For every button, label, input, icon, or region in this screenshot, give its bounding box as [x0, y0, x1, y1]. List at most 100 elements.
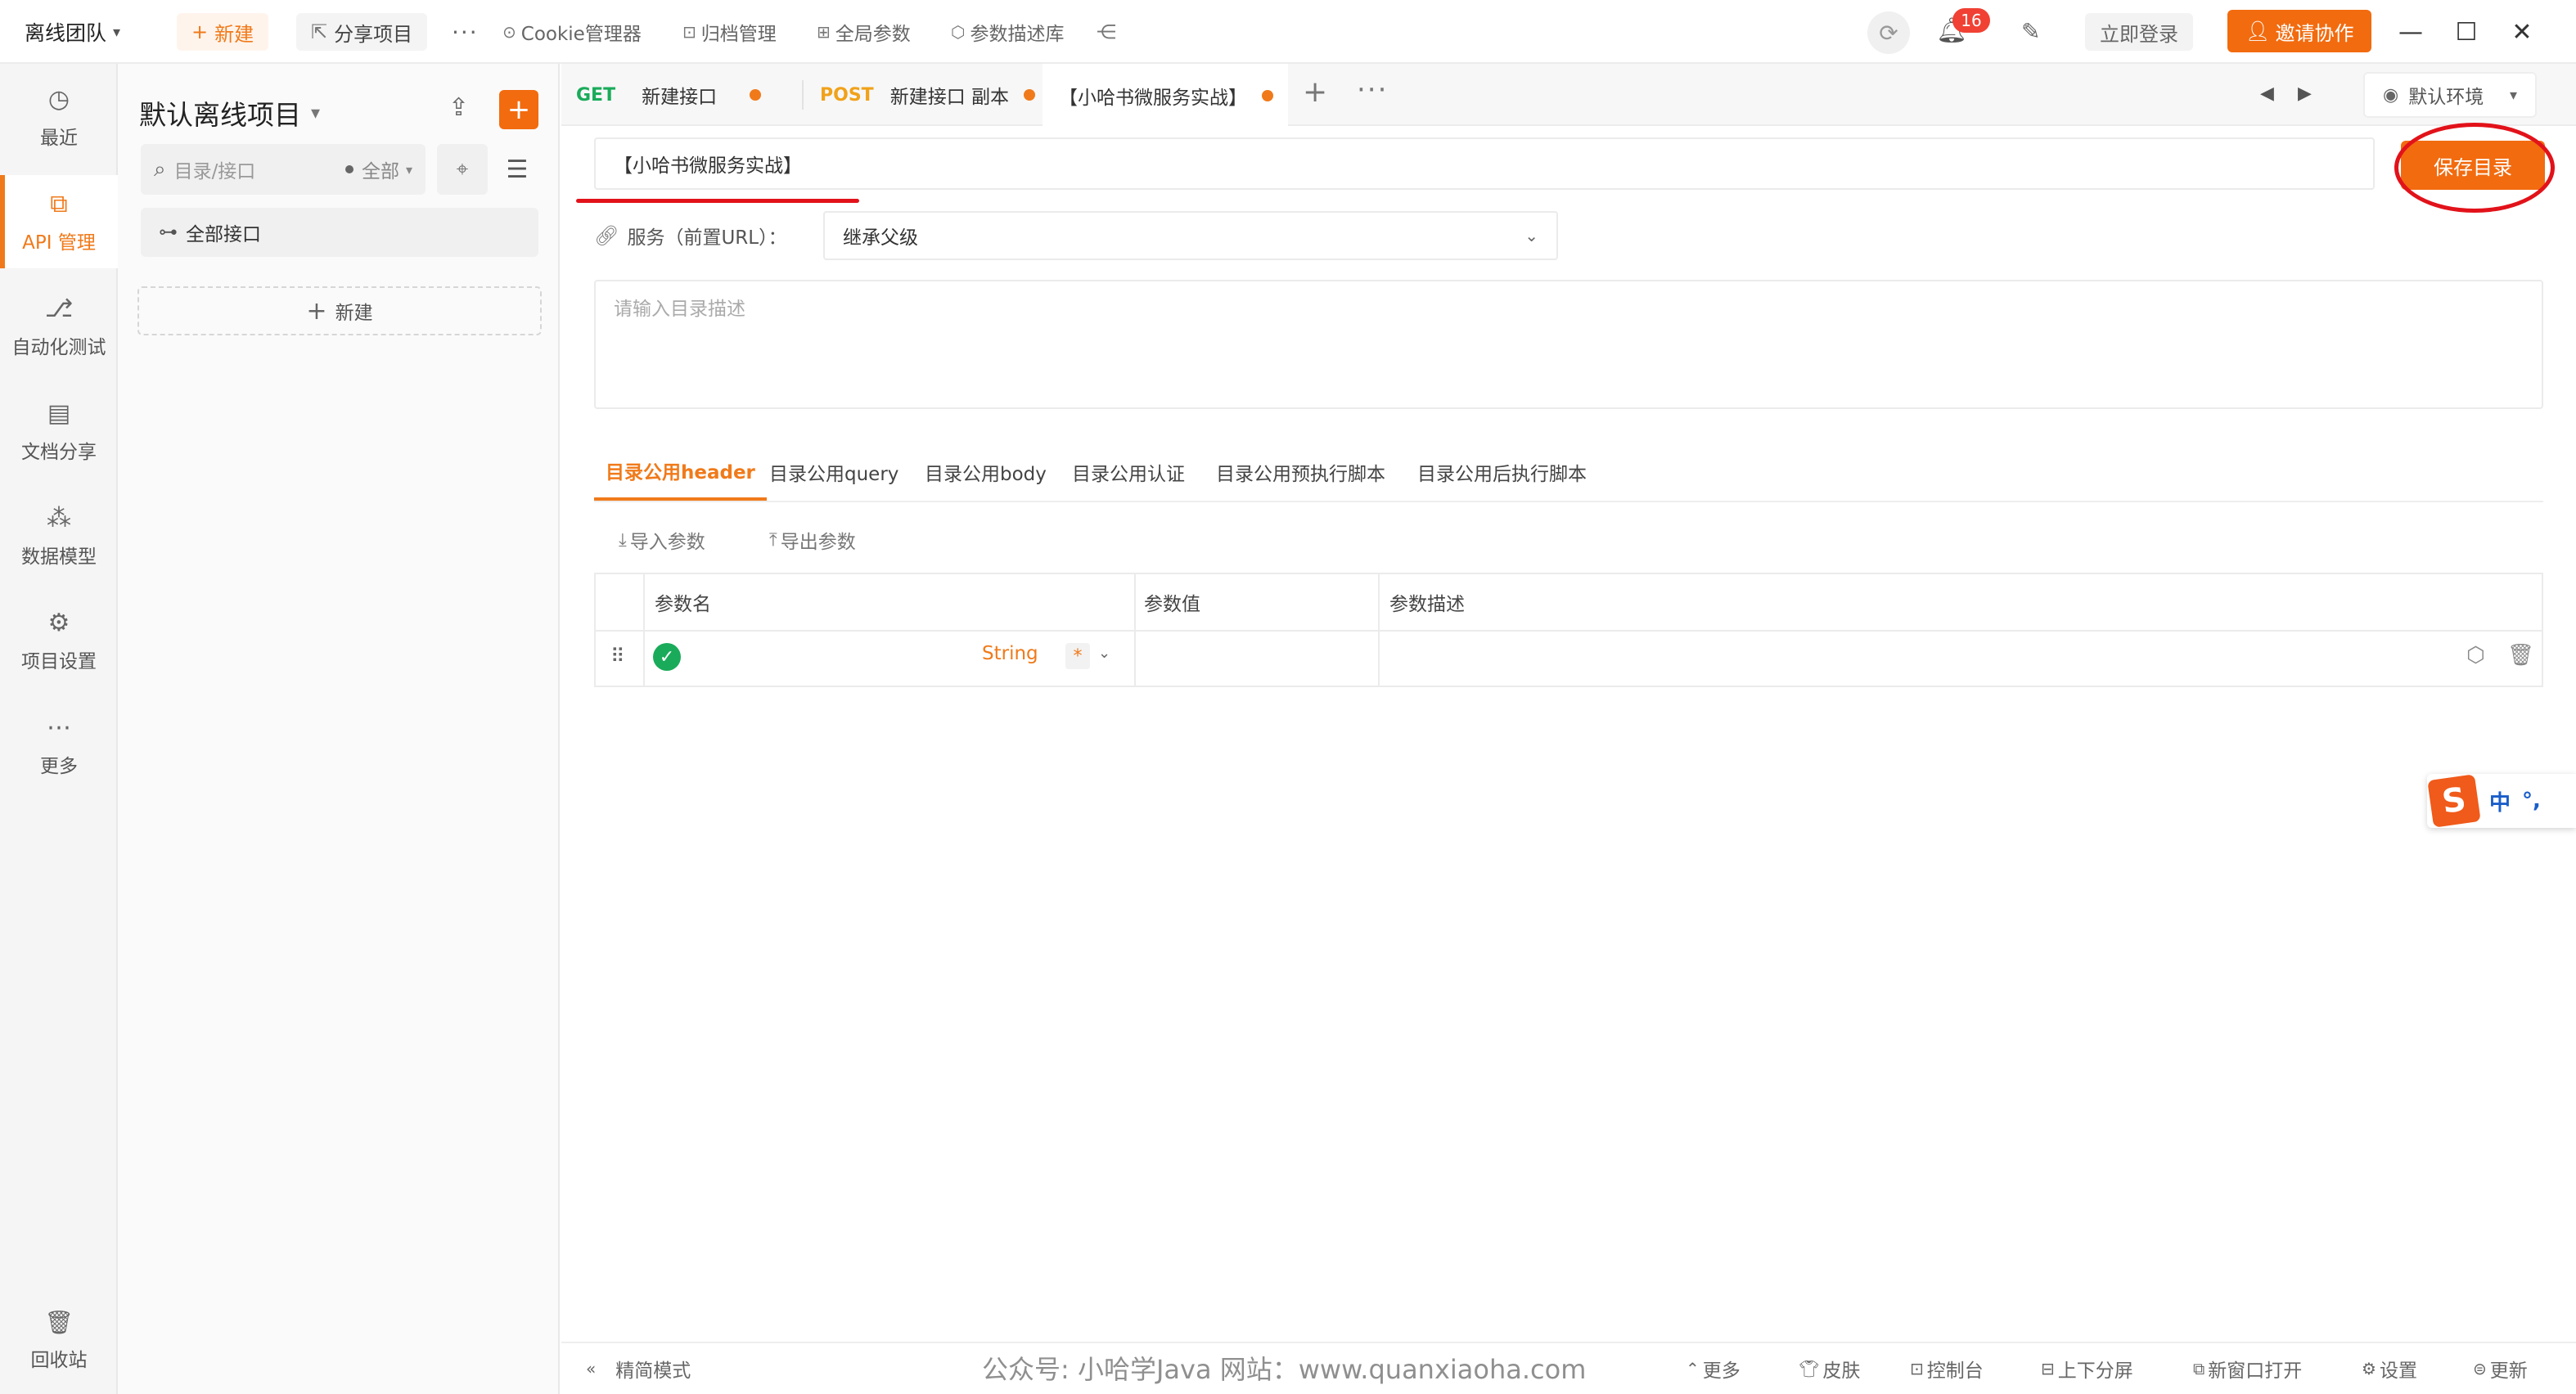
export-icon: ⤒	[769, 529, 777, 551]
tab-common-header[interactable]: 目录公用header	[594, 443, 767, 501]
tab-directory[interactable]: 【小哈书微服务实战】	[1043, 64, 1288, 128]
filter-select[interactable]: 全部 ▾	[345, 155, 412, 183]
team-switcher[interactable]: 离线团队 ▾	[25, 0, 120, 64]
tab-more-icon[interactable]: ···	[1357, 74, 1388, 106]
invite-button[interactable]: 👤︎ 邀请协作	[2227, 10, 2372, 52]
param-lib-label: 参数描述库	[970, 24, 1065, 45]
share-project-label: 分享项目	[334, 22, 413, 46]
sort-icon[interactable]: ☰	[496, 144, 538, 195]
plus-icon: +	[191, 20, 209, 43]
plus-icon: +	[306, 296, 327, 326]
sogou-logo-icon: S	[2427, 774, 2481, 828]
directory-name-value: 【小哈书微服务实战】	[614, 155, 802, 177]
environment-select[interactable]: ◉ 默认环境 ▾	[2363, 72, 2537, 118]
close-icon[interactable]: ✕	[2499, 11, 2545, 52]
new-tab-icon[interactable]: +	[1303, 75, 1327, 109]
service-value: 继承父级	[843, 227, 918, 249]
share-project-button[interactable]: ⇱ 分享项目	[296, 13, 428, 51]
enabled-checkbox[interactable]: ✓	[653, 643, 681, 671]
status-update[interactable]: ⊜ 更新	[2473, 1343, 2528, 1394]
simple-mode-toggle[interactable]: « 精简模式	[586, 1343, 691, 1394]
tab-common-pre-script[interactable]: 目录公用预执行脚本	[1216, 443, 1385, 501]
sync-icon[interactable]: ⟳	[1867, 11, 1910, 54]
required-toggle[interactable]: *	[1065, 643, 1090, 669]
status-console[interactable]: ⊡ 控制台	[1910, 1343, 1984, 1394]
export-params-button[interactable]: ⤒ 导出参数	[769, 525, 856, 555]
chevron-down-icon: ▾	[405, 161, 412, 178]
ime-toolbar[interactable]: S 中 °,	[2427, 774, 2576, 828]
filter-label: 全部	[361, 161, 399, 182]
tab-get-new-api[interactable]: GET 新建接口	[576, 64, 762, 126]
drag-handle-icon[interactable]: ⠿	[610, 645, 625, 668]
simple-mode-label: 精简模式	[615, 1360, 691, 1382]
status-more[interactable]: ⌃ 更多	[1686, 1343, 1741, 1394]
status-settings[interactable]: ⚙ 设置	[2362, 1343, 2417, 1394]
minimize-icon[interactable]: —	[2388, 11, 2434, 52]
unsaved-dot	[750, 89, 762, 101]
collapse-icon: «	[586, 1359, 597, 1378]
notes-icon[interactable]: ✎	[2021, 18, 2040, 45]
locate-icon[interactable]: ⌖	[437, 144, 488, 195]
cookie-manager-link[interactable]: ⊙ Cookie管理器	[502, 0, 642, 64]
more-menu-icon[interactable]: ···	[452, 0, 479, 64]
rail-item-label: 自动化测试	[11, 336, 106, 358]
service-select[interactable]: 继承父级 ⌄	[823, 211, 1558, 260]
service-label: 🔗︎ 服务（前置URL）：	[594, 218, 787, 254]
new-item-button[interactable]: + 新建	[137, 286, 542, 335]
column-header-desc: 参数描述	[1389, 594, 1465, 615]
description-placeholder: 请输入目录描述	[614, 299, 745, 320]
tab-common-query[interactable]: 目录公用query	[769, 443, 898, 501]
chevron-down-icon: ▾	[113, 23, 121, 41]
tab-next-icon[interactable]: ▶	[2298, 83, 2312, 104]
param-lib-link[interactable]: ⬡ 参数描述库	[951, 0, 1064, 64]
rail-item-project-settings[interactable]: ⚙ 项目设置	[0, 594, 118, 687]
tab-common-body[interactable]: 目录公用body	[925, 443, 1047, 501]
project-switcher[interactable]: 默认离线项目 ▾	[139, 93, 320, 133]
rail-item-api-management[interactable]: ⧉ API 管理	[0, 175, 118, 268]
cookie-icon: ⊙	[502, 22, 516, 42]
tab-title: 新建接口	[642, 87, 718, 108]
maximize-icon[interactable]: ☐	[2443, 11, 2489, 52]
tab-title: 【小哈书微服务实战】	[1059, 88, 1247, 109]
global-params-link[interactable]: ⊞ 全局参数	[817, 0, 911, 64]
status-skin[interactable]: 👕︎ 皮肤	[1799, 1343, 1860, 1394]
directory-subtabs: 目录公用header 目录公用query 目录公用body 目录公用认证 目录公…	[594, 443, 2543, 502]
rail-item-label: 文档分享	[21, 441, 97, 463]
archive-link[interactable]: ⊡ 归档管理	[682, 0, 777, 64]
all-api-item[interactable]: ⊶ 全部接口	[141, 208, 538, 257]
tab-post-new-api-copy[interactable]: POST 新建接口 副本	[820, 64, 1035, 126]
status-label: 控制台	[1926, 1360, 1984, 1382]
type-select[interactable]: String	[982, 643, 1038, 664]
login-button[interactable]: 立即登录	[2085, 13, 2193, 51]
directory-name-input[interactable]: 【小哈书微服务实战】	[594, 137, 2375, 190]
delete-icon[interactable]: 🗑︎	[2507, 643, 2534, 668]
new-button[interactable]: + 新建	[177, 13, 269, 51]
rail-item-recent[interactable]: ◷ 最近	[0, 70, 118, 164]
rail-item-doc-share[interactable]: ▤ 文档分享	[0, 384, 118, 478]
status-new-window[interactable]: ⧉ 新窗口打开	[2193, 1343, 2302, 1394]
rail-item-automation[interactable]: ⎇ 自动化测试	[0, 280, 118, 373]
chevron-down-icon[interactable]: ⌄	[1098, 645, 1110, 662]
ime-mode: 中	[2489, 790, 2511, 816]
collapse-menu-icon[interactable]: ⋲	[1097, 0, 1116, 64]
cube-icon[interactable]: ⬡	[2466, 643, 2485, 668]
annotation-underline	[576, 199, 859, 203]
top-bar: 离线团队 ▾ + 新建 ⇱ 分享项目 ··· ⊙ Cookie管理器 ⊡ 归档管…	[0, 0, 2576, 64]
annotation-circle	[2394, 123, 2555, 213]
tab-prev-icon[interactable]: ◀	[2260, 83, 2274, 104]
rail-item-label: 最近	[40, 127, 78, 149]
rail-item-data-model[interactable]: ⁂ 数据模型	[0, 489, 118, 582]
status-label: 设置	[2379, 1360, 2417, 1382]
status-split[interactable]: ⊟ 上下分屏	[2041, 1343, 2133, 1394]
tab-common-post-script[interactable]: 目录公用后执行脚本	[1417, 443, 1587, 501]
rail-item-trash[interactable]: 🗑︎ 回收站	[0, 1299, 118, 1381]
project-settings-icon: ⚙	[47, 608, 70, 637]
add-button[interactable]: +	[499, 90, 538, 129]
import-params-button[interactable]: ⤓ 导入参数	[619, 525, 705, 555]
search-input[interactable]: ⌕ 目录/接口 全部 ▾	[141, 144, 426, 195]
export-icon[interactable]: ⇪	[448, 93, 469, 122]
rail-item-more[interactable]: ⋯ 更多	[0, 699, 118, 792]
tree-icon: ⊶	[159, 222, 178, 243]
description-textarea[interactable]: 请输入目录描述	[594, 280, 2543, 409]
tab-common-auth[interactable]: 目录公用认证	[1072, 443, 1185, 501]
